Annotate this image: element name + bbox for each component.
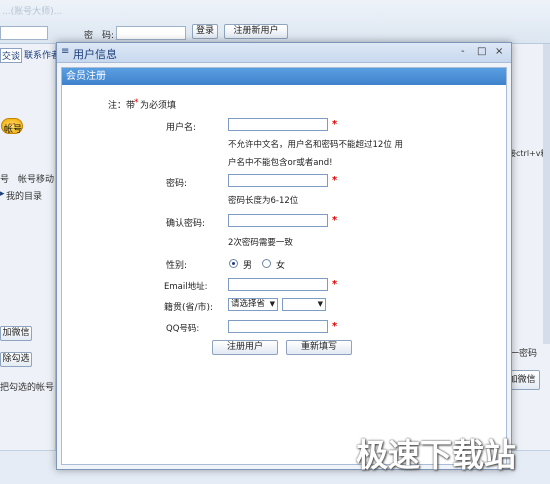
dialog-titlebar[interactable]: ≡ 用户信息 - □ × xyxy=(57,43,511,63)
gender-male-label[interactable]: 男 xyxy=(243,258,252,271)
contacts-tab[interactable]: 联系作者 xyxy=(24,48,60,61)
province-select-value: 请选择省 xyxy=(231,299,266,309)
city-select[interactable]: ▼ xyxy=(282,298,326,311)
gender-label: 性别: xyxy=(166,261,188,271)
exchange-tab[interactable]: 交谈 xyxy=(0,48,23,63)
note-prefix: 注：带 xyxy=(108,101,136,111)
qq-input[interactable] xyxy=(228,320,328,333)
tree-item-my-directory[interactable]: 我的目录 xyxy=(6,189,42,202)
gender-female-radio[interactable] xyxy=(262,259,271,268)
move-checked-label[interactable]: 把勾选的帐号 xyxy=(0,380,54,393)
username-hint-line1: 不允许中文名，用户名和密码不能超过12位 用 xyxy=(228,140,404,150)
username-input-bg[interactable] xyxy=(0,26,48,40)
confirm-password-hint: 2次密码需要一致 xyxy=(228,238,293,248)
chevron-down-icon: ▼ xyxy=(317,300,323,308)
username-hint-line2: 户名中不能包含or或者and! xyxy=(228,158,333,168)
username-label: 用户名: xyxy=(166,123,197,133)
email-required-mark: * xyxy=(332,279,338,290)
add-wechat-button-bg[interactable]: 加微信 xyxy=(0,326,32,341)
close-icon[interactable]: × xyxy=(495,46,503,57)
qq-label: QQ号码: xyxy=(166,324,200,334)
note-star: * xyxy=(134,98,139,108)
register-panel: 会员注册 注：带 * 为必须填 用户名: * 不允许中文名，用户名和密码不能超过… xyxy=(61,67,507,465)
account-tab-2[interactable]: 帐号移动 xyxy=(18,172,54,185)
confirm-required-mark: * xyxy=(332,215,338,226)
password-label: 密码: xyxy=(166,179,188,189)
password-required-mark: * xyxy=(332,175,338,186)
password-input[interactable] xyxy=(228,174,328,187)
qq-required-mark: * xyxy=(332,321,338,332)
note-suffix: 为必须填 xyxy=(140,101,177,111)
province-select[interactable]: 请选择省 ▼ xyxy=(228,298,278,311)
register-new-user-button[interactable]: 注册新用户 xyxy=(224,24,288,39)
gender-male-radio[interactable] xyxy=(229,259,238,268)
folder-icon: ▸ xyxy=(0,189,5,199)
account-label: 帐号 xyxy=(4,125,23,135)
password-label-bg: 密 码: xyxy=(84,31,115,41)
app-watermark: ...(账号大师)... xyxy=(2,7,63,17)
left-panel: 交谈 “” 帐号 号 ▸ 我的目录 加微信 除勾选 把勾选的帐号 xyxy=(0,44,56,484)
origin-label: 籍贯(省/市): xyxy=(164,303,214,313)
menu-icon: ≡ xyxy=(61,46,70,57)
user-info-dialog: ≡ 用户信息 - □ × 会员注册 注：带 * 为必须填 用户名: * 不允许中… xyxy=(56,42,512,470)
reset-button[interactable]: 重新填写 xyxy=(286,340,352,355)
account-tab-1[interactable]: 号 xyxy=(0,172,9,185)
email-input[interactable] xyxy=(228,278,328,291)
main-toolbar: ...(账号大师)... 密 码: 登录 注册新用户 xyxy=(0,0,550,44)
password-hint: 密码长度为6-12位 xyxy=(228,196,299,206)
restore-icon[interactable]: □ xyxy=(477,46,486,57)
minimize-icon[interactable]: - xyxy=(461,46,465,57)
remove-checked-button-bg[interactable]: 除勾选 xyxy=(0,352,32,367)
confirm-password-input[interactable] xyxy=(228,214,328,227)
background-scrollbar[interactable] xyxy=(543,44,550,344)
chevron-down-icon: ▼ xyxy=(269,300,275,308)
right-password-label: 一密码 xyxy=(510,349,538,359)
password-input-bg[interactable] xyxy=(116,26,186,40)
confirm-password-label: 确认密码: xyxy=(166,219,206,229)
panel-title: 会员注册 xyxy=(62,68,506,85)
login-button[interactable]: 登录 xyxy=(192,24,218,39)
gender-female-label[interactable]: 女 xyxy=(276,258,285,271)
email-label: Email地址: xyxy=(164,282,208,292)
username-input[interactable] xyxy=(228,118,328,131)
dialog-title: 用户信息 xyxy=(73,48,117,61)
site-watermark: 极速下载站 xyxy=(356,436,517,474)
register-user-button[interactable]: 注册用户 xyxy=(212,340,278,355)
username-required-mark: * xyxy=(332,119,338,130)
